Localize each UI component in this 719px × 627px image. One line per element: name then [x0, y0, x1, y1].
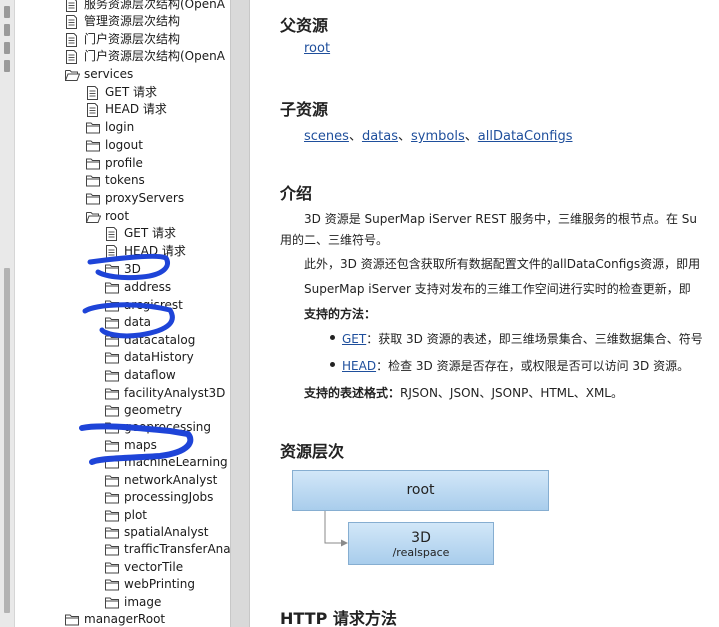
- tree-node-label: managerRoot: [84, 612, 166, 626]
- tree-node-label: HEAD 请求: [105, 102, 167, 116]
- sidebar: 服务资源层次结构(OpenA 管理资源层次结构 门户资源层次结构门户资源层次结构(O…: [0, 0, 230, 627]
- tree-node-label: tokens: [105, 173, 145, 187]
- tree-node-label: logout: [105, 138, 143, 152]
- tree-node-label: geoprocessing: [124, 420, 212, 434]
- tree-node-label: data: [124, 315, 152, 329]
- tree-node-label: plot: [124, 508, 147, 522]
- tree-node-label: dataHistory: [124, 350, 194, 364]
- tree-node-label: 门户资源层次结构(OpenA: [84, 49, 225, 63]
- resource-tree: 服务资源层次结构(OpenA 管理资源层次结构 门户资源层次结构门户资源层次结构(O…: [0, 0, 230, 627]
- hierarchy-3d-box: 3D /realspace: [348, 522, 494, 565]
- pane-splitter[interactable]: [230, 0, 250, 627]
- tree-node-label: 3D: [124, 262, 141, 276]
- tree-node-label: 管理资源层次结构: [84, 14, 181, 28]
- hierarchy-3d-sublabel: /realspace: [392, 546, 450, 559]
- tree-node-label: root: [105, 209, 130, 223]
- tree-node-label: arcgisrest: [124, 298, 183, 312]
- tree-node-label: services: [84, 67, 134, 81]
- tree-node-label: GET 请求: [124, 226, 177, 240]
- tree-node-label: login: [105, 120, 135, 134]
- tree-node-label: HEAD 请求: [124, 244, 186, 258]
- tree-node-label: 服务资源层次结构(OpenA: [84, 0, 225, 11]
- tree-node-label: image: [124, 595, 162, 609]
- tree-node-label: networkAnalyst: [124, 473, 218, 487]
- tree-node-label: webPrinting: [124, 577, 195, 591]
- tree-node-label: datacatalog: [124, 333, 196, 347]
- tree-node-label: machineLearning: [124, 455, 228, 469]
- tree-node-label: profile: [105, 156, 143, 170]
- tree-node-label: address: [124, 280, 172, 294]
- tree-node-label: geometry: [124, 403, 183, 417]
- tree-node-label: trafficTransferAnal: [124, 542, 230, 556]
- tree-node-label: maps: [124, 438, 157, 452]
- tree-node-label: spatialAnalyst: [124, 525, 209, 539]
- tree-node-label: dataflow: [124, 368, 176, 382]
- tree-node-label: processingJobs: [124, 490, 214, 504]
- http-methods-heading: HTTP 请求方法: [280, 609, 397, 627]
- content-pane: 父资源 root 子资源 scenes、datas、symbols、allDat…: [250, 0, 719, 627]
- tree-node-label: facilityAnalyst3D: [124, 386, 226, 400]
- tree-node-label: 门户资源层次结构: [84, 32, 181, 46]
- tree-node-label: proxyServers: [105, 191, 185, 205]
- hierarchy-3d-label: 3D: [411, 530, 431, 546]
- tree-node-label: vectorTile: [124, 560, 184, 574]
- tree-node-label: GET 请求: [105, 85, 158, 99]
